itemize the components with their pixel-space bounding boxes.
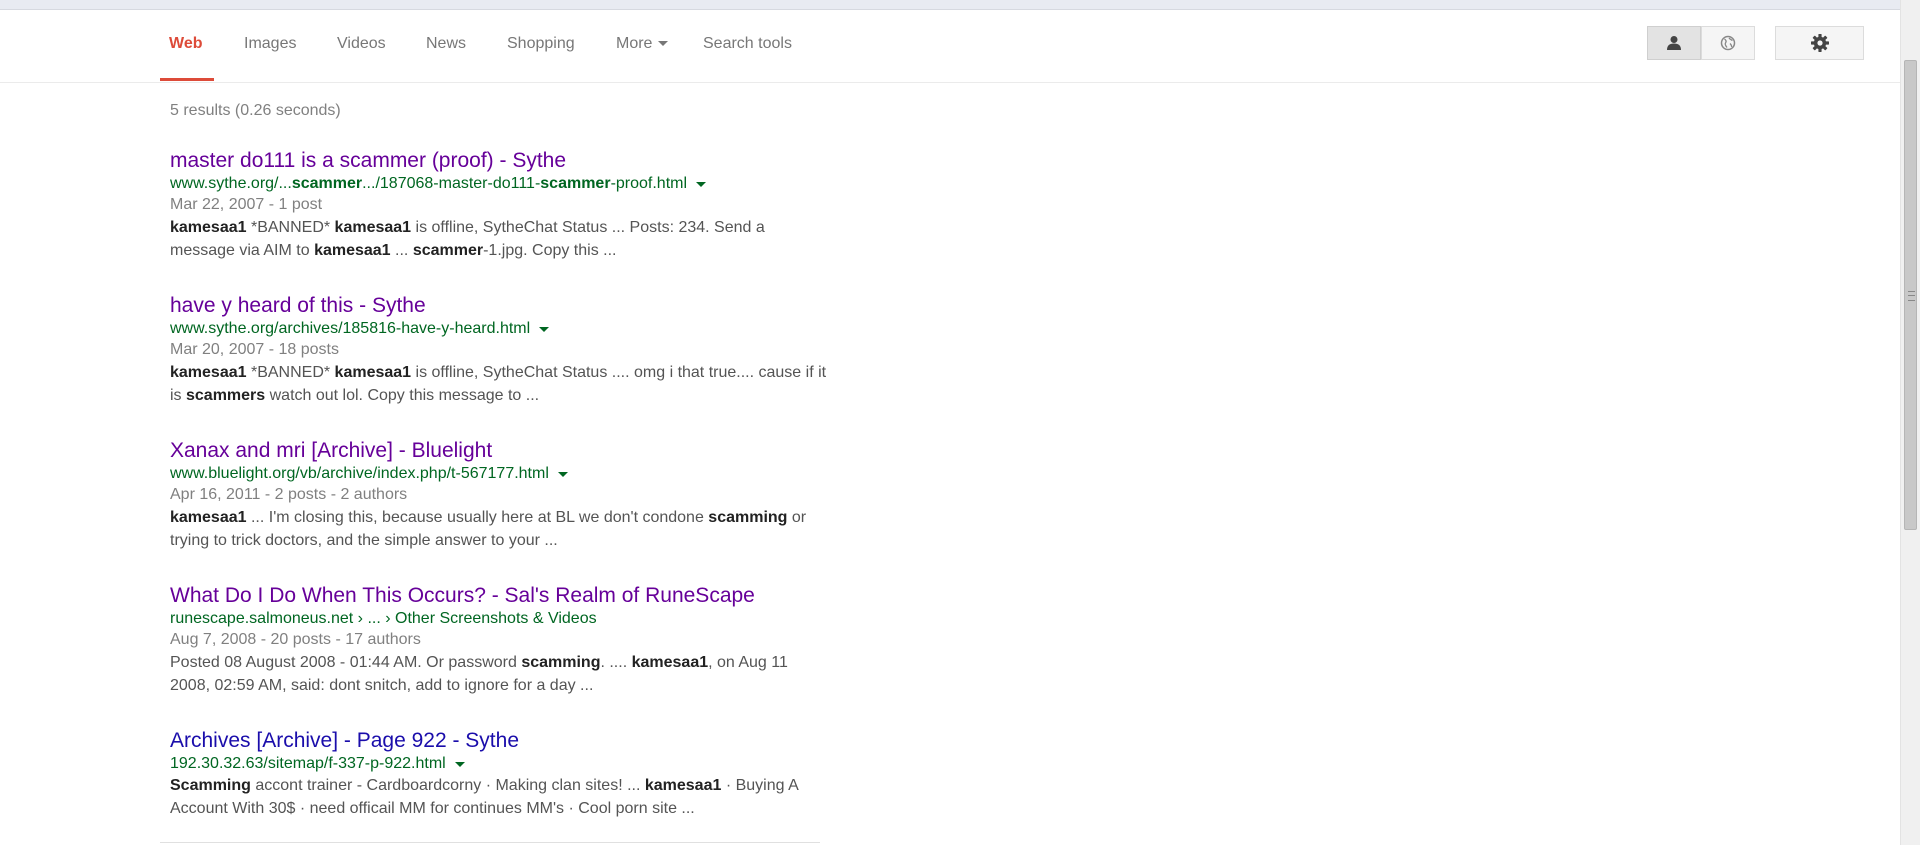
result-url[interactable]: www.sythe.org/archives/185816-have-y-hea… bbox=[170, 319, 830, 339]
result-title-link[interactable]: master do111 is a scammer (proof) - Syth… bbox=[170, 148, 566, 174]
tab-web[interactable]: Web bbox=[169, 35, 202, 53]
result-stats: 5 results (0.26 seconds) bbox=[170, 102, 341, 119]
result-snippet: kamesaa1 *BANNED* kamesaa1 is offline, S… bbox=[170, 364, 827, 404]
person-icon bbox=[1667, 36, 1681, 50]
result-url[interactable]: www.bluelight.org/vb/archive/index.php/t… bbox=[170, 464, 830, 484]
result-url-text: www.sythe.org/archives/185816-have-y-hea… bbox=[170, 320, 531, 337]
result-title-link[interactable]: Archives [Archive] - Page 922 - Sythe bbox=[170, 728, 519, 754]
result-url[interactable]: 192.30.32.63/sitemap/f-337-p-922.html bbox=[170, 754, 830, 774]
tab-news[interactable]: News bbox=[426, 35, 466, 53]
search-result: Archives [Archive] - Page 922 - Sythe 19… bbox=[170, 728, 830, 820]
personal-results-button[interactable] bbox=[1647, 26, 1701, 60]
search-result: have y heard of this - Sythe www.sythe.o… bbox=[170, 293, 830, 407]
result-snippet: Posted 08 August 2008 - 01:44 AM. Or pas… bbox=[170, 654, 788, 694]
dropdown-arrow-icon[interactable] bbox=[557, 471, 568, 477]
globe-icon bbox=[1720, 35, 1736, 51]
results-divider bbox=[160, 842, 820, 843]
result-date: Apr 16, 2011 - 2 posts - 2 authors bbox=[170, 486, 408, 503]
hide-personal-results-button[interactable] bbox=[1701, 26, 1755, 60]
tab-images[interactable]: Images bbox=[244, 35, 296, 53]
tab-shopping[interactable]: Shopping bbox=[507, 35, 575, 53]
search-tools-button[interactable]: Search tools bbox=[703, 35, 792, 53]
result-date: Aug 7, 2008 - 20 posts - 17 authors bbox=[170, 631, 421, 648]
gear-icon bbox=[1810, 34, 1829, 52]
results-container: 5 results (0.26 seconds) master do111 is… bbox=[170, 100, 826, 817]
search-result: Xanax and mri [Archive] - Bluelight www.… bbox=[170, 438, 830, 552]
result-date: Mar 20, 2007 - 18 posts bbox=[170, 341, 339, 358]
result-url-text: www.sythe.org/...scammer.../187068-maste… bbox=[170, 175, 688, 192]
chevron-down-icon bbox=[658, 41, 669, 47]
result-date: Mar 22, 2007 - 1 post bbox=[170, 196, 323, 213]
dropdown-arrow-icon[interactable] bbox=[454, 761, 465, 767]
result-url-text: 192.30.32.63/sitemap/f-337-p-922.html bbox=[170, 755, 446, 772]
result-title-link[interactable]: have y heard of this - Sythe bbox=[170, 293, 426, 319]
result-url[interactable]: runescape.salmoneus.net › ... › Other Sc… bbox=[170, 609, 830, 629]
tab-more-label: More bbox=[616, 35, 653, 52]
dropdown-arrow-icon[interactable] bbox=[539, 326, 550, 332]
dropdown-arrow-icon[interactable] bbox=[696, 181, 707, 187]
search-result: master do111 is a scammer (proof) - Syth… bbox=[170, 148, 830, 262]
result-url-text: www.bluelight.org/vb/archive/index.php/t… bbox=[170, 465, 549, 482]
result-snippet: kamesaa1 *BANNED* kamesaa1 is offline, S… bbox=[170, 219, 765, 259]
result-title-link[interactable]: Xanax and mri [Archive] - Bluelight bbox=[170, 438, 492, 464]
result-title-link[interactable]: What Do I Do When This Occurs? - Sal's R… bbox=[170, 583, 755, 609]
scrollbar-thumb[interactable] bbox=[1904, 60, 1917, 530]
tab-videos[interactable]: Videos bbox=[337, 35, 386, 53]
settings-button[interactable] bbox=[1775, 26, 1864, 60]
grip-icon bbox=[1908, 291, 1915, 301]
tab-more[interactable]: More bbox=[616, 35, 669, 53]
result-snippet: Scamming accont trainer - Cardboardcorny… bbox=[170, 777, 798, 817]
search-tabs-bar: Web Images Videos News Shopping More Sea… bbox=[0, 10, 1900, 83]
active-tab-indicator bbox=[160, 78, 214, 81]
browser-top-strip bbox=[0, 0, 1920, 10]
search-result: What Do I Do When This Occurs? - Sal's R… bbox=[170, 583, 830, 697]
result-url-text: runescape.salmoneus.net › ... › Other Sc… bbox=[170, 610, 597, 627]
result-url[interactable]: www.sythe.org/...scammer.../187068-maste… bbox=[170, 174, 830, 194]
vertical-scrollbar[interactable] bbox=[1900, 0, 1920, 845]
result-snippet: kamesaa1 ... I'm closing this, because u… bbox=[170, 509, 807, 549]
